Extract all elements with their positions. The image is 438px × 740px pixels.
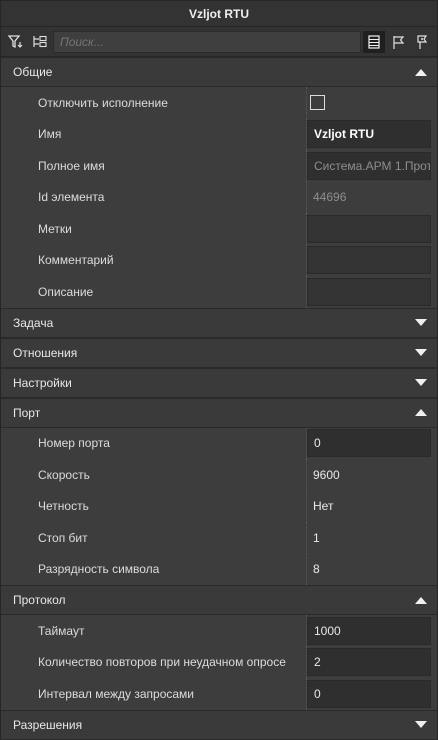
flag-filter-button[interactable] xyxy=(411,31,433,53)
property-row: Отключить исполнение xyxy=(1,87,437,119)
property-value-cell: 0 xyxy=(307,428,437,460)
property-value-cell: 1 xyxy=(307,522,437,554)
section-title: Порт xyxy=(13,405,41,420)
property-value-cell: Система.АРМ 1.Прот xyxy=(307,150,437,182)
section-header[interactable]: Разрешения xyxy=(1,709,437,740)
property-value-cell xyxy=(307,276,437,308)
property-value-text[interactable]: 9600 xyxy=(307,468,340,482)
property-value-cell: 1000 xyxy=(307,615,437,647)
expand-arrow-icon[interactable] xyxy=(415,319,427,326)
property-value-field[interactable]: 2 xyxy=(307,648,431,677)
property-label: Скорость xyxy=(1,459,307,491)
expand-arrow-icon[interactable] xyxy=(415,721,427,728)
property-value-cell: 0 xyxy=(307,678,437,710)
property-row: Четность Нет xyxy=(1,490,437,523)
property-row: Номер порта 0 xyxy=(1,427,437,460)
property-row: Разрядность символа 8 xyxy=(1,553,437,586)
property-value-cell: 2 xyxy=(307,647,437,679)
list-view-button[interactable] xyxy=(363,30,385,53)
section-title: Отношения xyxy=(13,345,78,360)
flag-filter-icon xyxy=(417,34,428,49)
property-value-field[interactable]: 0 xyxy=(307,429,431,458)
property-value-cell: Нет xyxy=(307,491,437,523)
property-value-cell: Vzljot RTU xyxy=(307,119,437,151)
property-value-text[interactable]: 1 xyxy=(307,531,320,545)
property-value-field[interactable]: Система.АРМ 1.Прот xyxy=(307,151,431,180)
property-label: Интервал между запросами xyxy=(1,678,307,710)
filter-button[interactable] xyxy=(5,31,27,53)
property-label: Описание xyxy=(1,276,307,308)
properties-panel: Vzljot RTU Поиск... Общие Отключить испо… xyxy=(0,0,438,740)
search-input[interactable] xyxy=(53,30,361,53)
property-value-field[interactable] xyxy=(307,214,431,243)
property-value-cell: 8 xyxy=(307,554,437,586)
section-header[interactable]: Порт xyxy=(1,397,437,428)
section-title: Общие xyxy=(13,65,53,79)
collapse-arrow-icon[interactable] xyxy=(415,596,427,604)
filter-icon xyxy=(7,34,23,48)
flag-button[interactable] xyxy=(387,31,409,53)
section-body: Номер порта 0 Скорость 9600 Четность Нет Стоп … xyxy=(1,427,437,586)
property-row: Интервал между запросами 0 xyxy=(1,678,437,710)
disable-execution-checkbox[interactable] xyxy=(310,95,325,111)
property-row: Таймаут 1000 xyxy=(1,615,437,647)
property-row: Метки xyxy=(1,213,437,245)
section-title: Настройки xyxy=(13,375,72,390)
property-label: Четность xyxy=(1,490,307,522)
section-header[interactable]: Задача xyxy=(1,307,437,338)
property-row: Полное имя Система.АРМ 1.Прот xyxy=(1,150,437,182)
collapse-arrow-icon[interactable] xyxy=(415,68,427,76)
property-row: Скорость 9600 xyxy=(1,459,437,491)
property-value-field[interactable]: 0 xyxy=(307,679,431,708)
property-label: Id элемента xyxy=(1,181,307,213)
section-header[interactable]: Общие xyxy=(1,57,437,87)
list-view-icon xyxy=(368,34,380,49)
property-label: Номер порта xyxy=(1,427,307,459)
property-value-text[interactable]: 44696 xyxy=(307,190,346,204)
property-value-cell xyxy=(307,87,437,119)
property-label: Имя xyxy=(1,118,307,150)
property-value-text[interactable]: Нет xyxy=(307,499,333,513)
section-title: Протокол xyxy=(13,593,66,607)
property-label: Отключить исполнение xyxy=(1,87,307,119)
property-row: Описание xyxy=(1,276,437,308)
property-row: Стоп бит 1 xyxy=(1,522,437,554)
tree-filter-icon xyxy=(33,35,47,47)
expand-arrow-icon[interactable] xyxy=(415,379,427,386)
property-label: Полное имя xyxy=(1,150,307,182)
property-label: Таймаут xyxy=(1,615,307,647)
flag-icon xyxy=(393,35,405,49)
section-title: Задача xyxy=(13,315,54,330)
property-row: Id элемента 44696 xyxy=(1,181,437,214)
property-row: Комментарий xyxy=(1,244,437,277)
property-value-cell: 44696 xyxy=(307,182,437,214)
property-value-cell: 9600 xyxy=(307,459,437,491)
section-body: Отключить исполнение Имя Vzljot RTU Полное … xyxy=(1,87,437,308)
section-header[interactable]: Отношения xyxy=(1,337,437,368)
property-label: Количество повторов при неудачном опросе xyxy=(1,646,307,678)
property-value-text[interactable]: 8 xyxy=(307,562,320,576)
property-sections: Общие Отключить исполнение Имя Vzljot RTU По… xyxy=(1,57,437,740)
property-value-field[interactable] xyxy=(307,246,431,275)
property-label: Разрядность символа xyxy=(1,553,307,585)
section-header[interactable]: Протокол xyxy=(1,585,437,615)
property-label: Стоп бит xyxy=(1,522,307,554)
property-label: Комментарий xyxy=(1,244,307,276)
property-value-field[interactable] xyxy=(307,277,431,306)
panel-title: Vzljot RTU xyxy=(1,1,437,27)
collapse-arrow-icon[interactable] xyxy=(415,409,427,416)
property-value-cell xyxy=(307,245,437,277)
property-label: Метки xyxy=(1,213,307,245)
section-header[interactable]: Настройки xyxy=(1,367,437,398)
section-title: Разрешения xyxy=(13,717,83,732)
property-value-cell xyxy=(307,213,437,245)
toolbar xyxy=(1,27,437,57)
property-row: Имя Vzljot RTU xyxy=(1,118,437,151)
tree-filter-button[interactable] xyxy=(29,31,51,53)
expand-arrow-icon[interactable] xyxy=(415,349,427,356)
property-value-field[interactable]: 1000 xyxy=(307,616,431,645)
section-body: Таймаут 1000 Количество повторов при неуда… xyxy=(1,615,437,710)
property-value-field[interactable]: Vzljot RTU xyxy=(307,120,431,149)
property-row: Количество повторов при неудачном опросе… xyxy=(1,646,437,679)
